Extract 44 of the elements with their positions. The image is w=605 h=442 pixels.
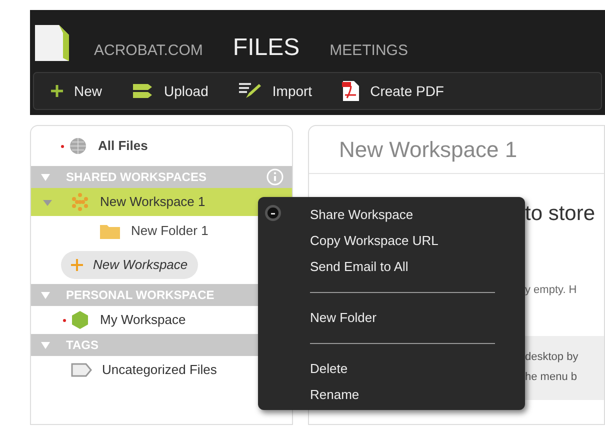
triangle-icon [41,292,50,298]
pencil-icon [238,82,262,100]
toolbar-button[interactable]: Create PDF [342,80,444,102]
workspace-item[interactable]: New Workspace 1 [31,188,292,216]
menu-knob-icon [264,204,282,222]
menu-item[interactable]: Delete [310,356,495,382]
document-icon [34,24,72,62]
menu-item[interactable]: Copy Workspace URL [310,228,495,254]
item-label: Uncategorized Files [102,361,217,380]
workspace-item[interactable]: Uncategorized Files [31,356,292,384]
item-label: My Workspace [100,311,186,330]
item-label: New Workspace 1 [100,193,206,212]
menu-item[interactable]: Rename [310,382,495,408]
nav-tab[interactable]: ACROBAT.COM [94,43,203,60]
item-label: New Folder 1 [131,222,208,240]
nav-tab[interactable]: FILES [232,36,300,60]
folder-icon [99,222,121,240]
globe-icon [68,137,88,155]
all-files-link[interactable]: All Files [98,136,148,156]
menu-item[interactable]: New Folder [310,305,495,331]
pdf-icon [342,80,360,102]
triangle-icon [41,174,50,180]
content-heading: to store [525,201,596,227]
tag-icon [70,363,92,377]
workspace-item[interactable]: My Workspace [31,306,292,334]
toolbar-button[interactable]: Upload [132,80,208,102]
hint-text: he menu b [525,370,577,384]
plus-icon [50,84,64,98]
menu-item[interactable]: Send Email to All [310,254,495,280]
hint-text: desktop by [525,350,578,364]
content-text: y empty. H [525,282,577,298]
dots-icon [70,192,90,212]
stack-icon [132,83,154,99]
toolbar-button[interactable]: New [50,80,102,102]
new-workspace-button[interactable]: New Workspace [61,251,198,279]
info-icon [266,168,284,186]
folder-item[interactable]: New Folder 1 [31,216,292,246]
nav-tab[interactable]: MEETINGS [330,43,408,60]
workspace-title: New Workspace 1 [339,136,518,164]
toolbar-button[interactable]: Import [238,80,312,102]
menu-item[interactable]: Share Workspace [310,202,495,228]
hexagon-icon [70,310,90,330]
triangle-icon [41,342,50,348]
plus-icon [71,259,83,271]
